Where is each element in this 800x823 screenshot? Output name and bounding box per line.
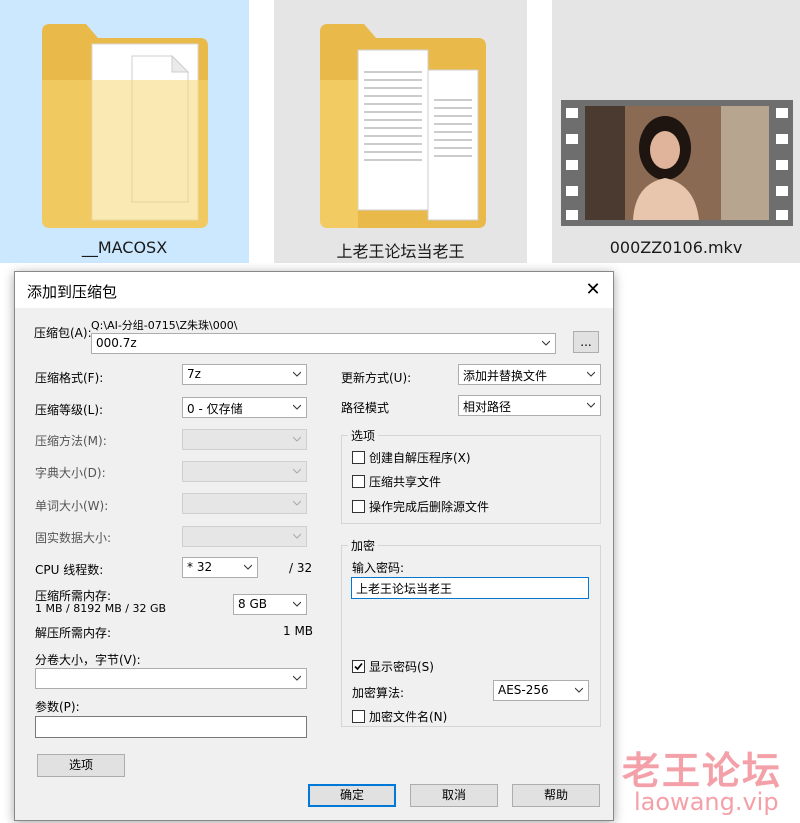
format-value: 7z [187,367,201,381]
browse-button[interactable]: ... [573,331,599,353]
chevron-down-icon [293,371,301,377]
archive-label: 压缩包(A): [34,326,92,340]
word-label: 单词大小(W): [35,499,109,513]
threads-value: * 32 [187,560,213,574]
cancel-button[interactable]: 取消 [410,784,498,807]
level-label: 压缩等级(L): [35,403,104,417]
checkbox-box [352,709,365,723]
path-mode-value: 相对路径 [463,400,512,414]
encryption-group-title: 加密 [348,537,379,554]
level-combo[interactable]: 0 - 仅存储 [182,397,307,418]
video-label: 000ZZ0106.mkv [609,238,743,257]
chevron-down-icon [293,601,301,607]
word-combo [182,493,307,514]
solid-combo [182,526,307,547]
ok-button[interactable]: 确定 [308,784,396,807]
chevron-down-icon [575,687,583,693]
chevron-down-icon [293,500,301,506]
threads-combo[interactable]: * 32 [182,557,258,578]
delete-source-checkbox[interactable]: 操作完成后删除源文件 [352,498,489,514]
close-icon[interactable]: ✕ [581,278,605,302]
checkbox-box [352,659,365,673]
password-input[interactable] [351,577,589,599]
chevron-down-icon [293,468,301,474]
mem-combo[interactable]: 8 GB [233,594,307,615]
options-button[interactable]: 选项 [37,754,125,777]
format-label: 压缩格式(F): [35,371,104,385]
folder-label: 上老王论坛当老王 [336,242,465,261]
show-password-checkbox[interactable]: 显示密码(S) [352,658,434,674]
sfx-label: 创建自解压程序(X) [369,450,471,465]
mem-compress-detail: 1 MB / 8192 MB / 32 GB [35,602,167,615]
encrypt-names-label: 加密文件名(N) [369,709,448,724]
dialog-title: 添加到压缩包 [27,283,118,301]
watermark-url: laowang.vip [634,788,779,816]
format-combo[interactable]: 7z [182,364,307,385]
password-label: 输入密码: [352,561,405,575]
encrypt-method-combo[interactable]: AES-256 [493,680,589,701]
help-button[interactable]: 帮助 [512,784,600,807]
chevron-down-icon [293,404,301,410]
video-item-mkv[interactable]: 000ZZ0106.mkv [552,0,800,263]
watermark-text: 老王论坛 [622,749,783,793]
volume-label: 分卷大小，字节(V): [35,653,141,667]
mem-value: 8 GB [238,597,267,611]
checkbox-box [352,450,365,464]
delete-label: 操作完成后删除源文件 [369,499,490,514]
chevron-down-icon [293,533,301,539]
folder-item-macosx[interactable]: __MACOSX [0,0,249,263]
mem-decompress-label: 解压所需内存: [35,626,112,640]
options-group-title: 选项 [348,427,379,444]
threads-max: / 32 [289,561,313,575]
params-input[interactable] [35,716,307,738]
path-mode-combo[interactable]: 相对路径 [458,395,601,416]
archive-path: Q:\AI-分组-0715\Z朱珠\000\ [91,319,238,332]
update-combo[interactable]: 添加并替换文件 [458,364,601,385]
video-thumbnail-icon [561,100,793,226]
checkbox-box [352,499,365,513]
chevron-down-icon [293,436,301,442]
folder-icon [42,24,208,228]
dialog-titlebar[interactable]: 添加到压缩包 ✕ [15,272,613,308]
chevron-down-icon [587,402,595,408]
chevron-down-icon [293,675,301,681]
level-value: 0 - 仅存储 [187,402,243,416]
archive-name-combo[interactable]: 000.7z [91,333,556,354]
show-password-label: 显示密码(S) [369,659,434,674]
shared-checkbox[interactable]: 压缩共享文件 [352,473,441,489]
encrypt-method-label: 加密算法: [352,686,405,700]
encrypt-names-checkbox[interactable]: 加密文件名(N) [352,708,447,724]
params-label: 参数(P): [35,700,80,714]
chevron-down-icon [244,564,252,570]
sfx-checkbox[interactable]: 创建自解压程序(X) [352,449,471,465]
update-label: 更新方式(U): [341,371,412,385]
folder-label: __MACOSX [81,238,168,257]
volume-combo[interactable] [35,668,307,689]
update-value: 添加并替换文件 [463,369,548,383]
dict-combo [182,461,307,482]
path-mode-label: 路径模式 [341,401,390,415]
check-icon [354,662,363,670]
folder-item-laowang[interactable]: 上老王论坛当老王 [274,0,527,263]
folder-icon [320,24,486,228]
shared-label: 压缩共享文件 [369,474,442,489]
mem-decompress-value: 1 MB [283,624,314,638]
encrypt-method-value: AES-256 [498,683,549,697]
method-label: 压缩方法(M): [35,434,107,448]
threads-label: CPU 线程数: [35,563,104,577]
solid-label: 固实数据大小: [35,531,112,545]
method-combo [182,429,307,450]
checkbox-box [352,474,365,488]
chevron-down-icon [587,371,595,377]
archive-name-value: 000.7z [96,336,137,350]
dict-label: 字典大小(D): [35,466,106,480]
chevron-down-icon [542,340,550,346]
add-to-archive-dialog: 添加到压缩包 ✕ 压缩包(A): Q:\AI-分组-0715\Z朱珠\000\ … [14,271,614,821]
